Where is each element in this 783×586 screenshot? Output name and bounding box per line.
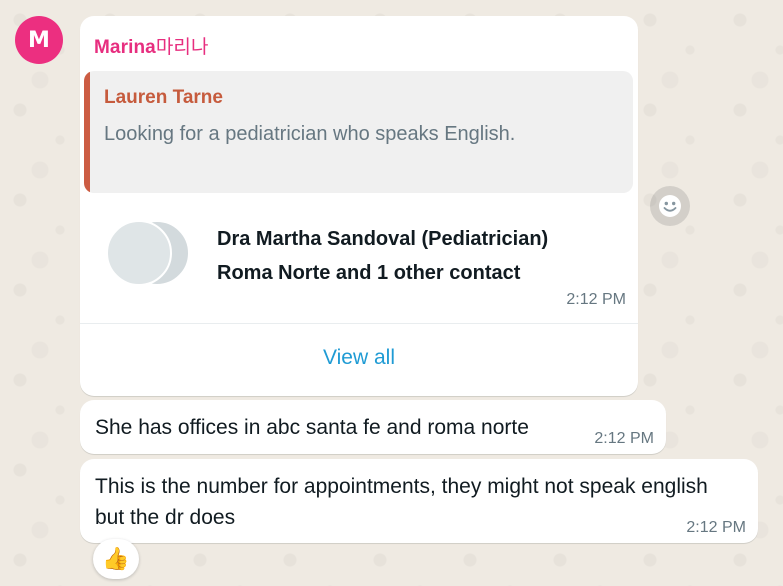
quote-accent-bar (84, 71, 90, 193)
contact-name: Dra Martha Sandoval (Pediatrician) (217, 228, 549, 250)
sender-name-suffix: 마리나 (155, 36, 209, 58)
sender-avatar[interactable]: M (15, 16, 63, 64)
react-button[interactable] (650, 186, 690, 226)
message-bubble[interactable]: This is the number for appointments, the… (80, 459, 758, 543)
message-time: 2:12 PM (686, 519, 746, 536)
sender-name[interactable]: Marina마리나 (94, 32, 209, 59)
message-text: This is the number for appointments, the… (95, 475, 708, 529)
thumbs-up-icon: 👍 (102, 546, 130, 571)
contact-card-message[interactable]: Marina마리나 Lauren Tarne Looking for a ped… (80, 16, 638, 396)
reaction-badge[interactable]: 👍 (93, 539, 139, 579)
contact-avatars (106, 220, 190, 286)
message-text: She has offices in abc santa fe and roma… (95, 416, 529, 439)
message-bubble[interactable]: She has offices in abc santa fe and roma… (80, 400, 666, 454)
sender-name-text: Marina (94, 37, 156, 58)
divider (80, 323, 638, 324)
message-time: 2:12 PM (566, 291, 626, 308)
smiley-icon (659, 195, 681, 217)
avatar-initial: M (28, 27, 50, 53)
message-time: 2:12 PM (594, 430, 654, 447)
quote-text: Looking for a pediatrician who speaks En… (104, 123, 516, 145)
quoted-message[interactable]: Lauren Tarne Looking for a pediatrician … (84, 71, 633, 193)
view-all-button[interactable]: View all (80, 346, 638, 370)
quote-author: Lauren Tarne (104, 87, 223, 108)
contact-subtitle: Roma Norte and 1 other contact (217, 262, 521, 284)
contact-avatar-primary (106, 220, 172, 286)
